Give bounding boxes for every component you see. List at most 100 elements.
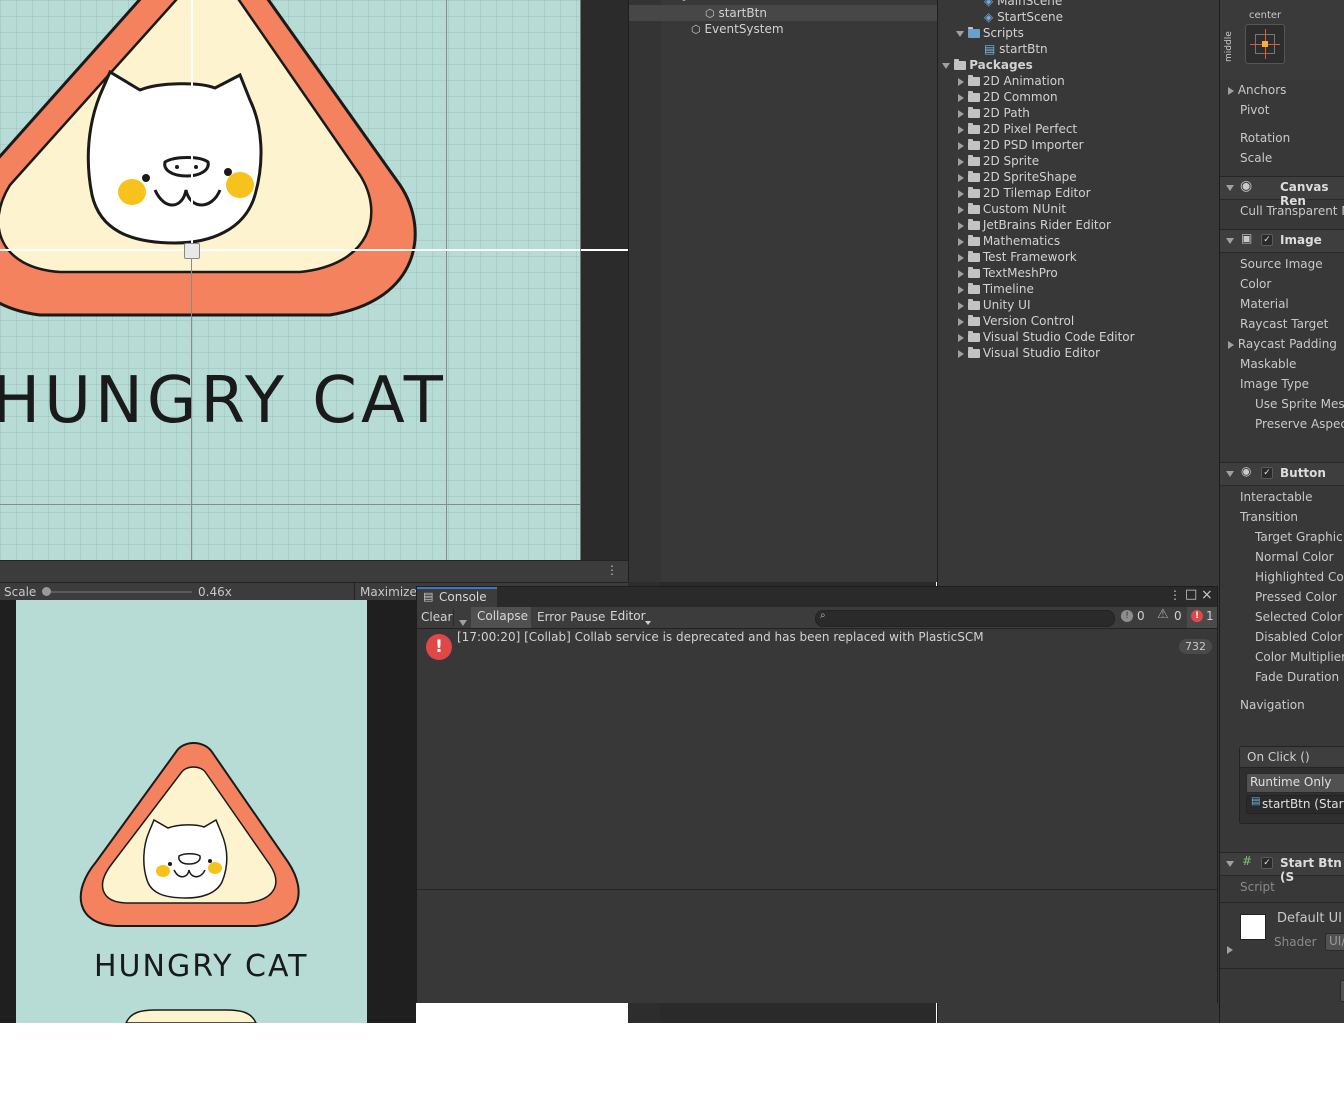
start-btn-component-header[interactable]: # ✓ Start Btn (S — [1220, 852, 1344, 884]
chevron-right-icon[interactable] — [958, 125, 964, 134]
chevron-right-icon[interactable] — [958, 77, 964, 86]
chevron-right-icon[interactable] — [958, 301, 964, 310]
pivot-handle[interactable] — [184, 243, 200, 259]
package-2d-psd-importer[interactable]: 2D PSD Importer — [958, 137, 1084, 153]
chevron-right-icon[interactable] — [958, 141, 964, 150]
package-test-framework[interactable]: Test Framework — [958, 249, 1077, 265]
package-2d-spriteshape[interactable]: 2D SpriteShape — [958, 169, 1077, 185]
cull-transparent-label: Cull Transparent M — [1240, 204, 1344, 218]
package-custom-nunit[interactable]: Custom NUnit — [958, 201, 1066, 217]
raycast-padding-foldout[interactable]: Raycast Padding — [1228, 337, 1337, 351]
warning-filter-toggle[interactable]: ⚠ 0 — [1154, 607, 1186, 628]
package-2d-tilemap-editor[interactable]: 2D Tilemap Editor — [958, 185, 1091, 201]
package-mathematics[interactable]: Mathematics — [958, 233, 1060, 249]
maximize-icon[interactable]: □ — [1185, 587, 1197, 602]
image-component-header[interactable]: ▣ ✓ Image — [1220, 229, 1344, 253]
chevron-down-icon[interactable] — [1226, 184, 1234, 191]
chevron-right-icon[interactable] — [1228, 86, 1234, 95]
chevron-right-icon[interactable] — [958, 173, 964, 182]
package-vscode-editor[interactable]: Visual Studio Code Editor — [958, 329, 1135, 345]
package-2d-sprite[interactable]: 2D Sprite — [958, 153, 1039, 169]
console-log-entry[interactable]: ! [17:00:20] [Collab] Collab service is … — [417, 629, 1217, 663]
console-log-list: ! [17:00:20] [Collab] Collab service is … — [417, 629, 1217, 889]
close-icon[interactable]: × — [1201, 587, 1213, 603]
scale-slider-track[interactable] — [44, 591, 192, 593]
error-filter-toggle[interactable]: ! 1 — [1187, 607, 1217, 628]
scene-view[interactable]: HUNGRY CAT — [0, 0, 628, 560]
project-item-packages[interactable]: Packages — [942, 57, 1033, 73]
project-item-startbtn-script[interactable]: ▤ startBtn — [984, 41, 1048, 57]
chevron-down-icon[interactable] — [1226, 860, 1234, 867]
button-component-header[interactable]: ◉ ✓ Button — [1220, 462, 1344, 486]
scene-guide-line — [446, 0, 447, 560]
more-options-icon[interactable]: ⋮ — [1169, 588, 1181, 602]
package-timeline[interactable]: Timeline — [958, 281, 1034, 297]
scale-slider-thumb[interactable] — [42, 587, 51, 596]
console-search-input[interactable]: ⌕ — [815, 610, 1115, 627]
hierarchy-item-eventsystem[interactable]: ⬡ EventSystem — [691, 21, 784, 37]
chevron-right-icon[interactable] — [958, 333, 964, 342]
shader-label: Shader — [1274, 935, 1317, 949]
runtime-only-dropdown[interactable]: Runtime Only — [1246, 773, 1344, 793]
chevron-right-icon[interactable] — [958, 285, 964, 294]
chevron-right-icon[interactable] — [958, 269, 964, 278]
chevron-right-icon[interactable] — [958, 317, 964, 326]
anchors-foldout[interactable]: Anchors — [1228, 83, 1286, 97]
add-component-button[interactable] — [1340, 980, 1344, 1002]
package-2d-pixel-perfect[interactable]: 2D Pixel Perfect — [958, 121, 1077, 137]
chevron-right-icon[interactable] — [958, 205, 964, 214]
scene-rect-handle-line[interactable] — [191, 0, 193, 250]
chevron-right-icon[interactable] — [958, 253, 964, 262]
info-filter-toggle[interactable]: ! 0 — [1117, 607, 1149, 628]
chevron-right-icon[interactable] — [1228, 340, 1234, 349]
chevron-down-icon[interactable] — [942, 62, 950, 69]
hierarchy-item-startbtn[interactable]: ⬡ startBtn — [705, 5, 767, 21]
hierarchy-item-canvas-partial[interactable]: ⬡ — [679, 0, 749, 4]
package-unity-ui[interactable]: Unity UI — [958, 297, 1031, 313]
chevron-right-icon[interactable] — [958, 237, 964, 246]
chevron-right-icon[interactable] — [958, 93, 964, 102]
scale-label: Scale — [4, 585, 37, 599]
preserve-aspect-label: Preserve Aspect — [1255, 417, 1344, 431]
target-graphic-label: Target Graphic — [1255, 530, 1343, 544]
chevron-right-icon[interactable] — [958, 157, 964, 166]
more-options-icon[interactable]: ⋮ — [606, 563, 618, 577]
canvas-renderer-header[interactable]: ◉ Canvas Ren — [1220, 176, 1344, 208]
component-enabled-checkbox[interactable]: ✓ — [1261, 467, 1273, 479]
startbtn-object-field[interactable]: ▤ startBtn (Start — [1246, 795, 1344, 814]
package-textmeshpro[interactable]: TextMeshPro — [958, 265, 1058, 281]
collapse-toggle[interactable]: Collapse — [471, 607, 531, 628]
chevron-down-icon[interactable] — [1226, 237, 1234, 244]
maximize-toggle[interactable]: Maximize — [360, 584, 417, 600]
package-jetbrains-rider-editor[interactable]: JetBrains Rider Editor — [958, 217, 1111, 233]
clear-options-dropdown[interactable] — [459, 619, 467, 626]
chevron-right-icon[interactable] — [1227, 945, 1233, 954]
clear-button[interactable]: Clear — [421, 608, 452, 627]
package-2d-common[interactable]: 2D Common — [958, 89, 1058, 105]
chevron-right-icon[interactable] — [958, 349, 964, 358]
anchor-preset-button[interactable] — [1245, 24, 1285, 64]
package-visual-studio-editor[interactable]: Visual Studio Editor — [958, 345, 1100, 361]
scene-canvas[interactable]: HUNGRY CAT — [0, 0, 628, 560]
component-enabled-checkbox[interactable]: ✓ — [1261, 857, 1273, 869]
project-item-mainscene[interactable]: ◈ MainScene — [984, 0, 1062, 9]
folder-icon — [967, 171, 980, 182]
scene-rect-handle-line[interactable] — [0, 249, 628, 251]
editor-dropdown[interactable]: Editor — [605, 607, 657, 628]
tab-console[interactable]: ▤ Console — [417, 587, 497, 607]
package-2d-path[interactable]: 2D Path — [958, 105, 1030, 121]
package-version-control[interactable]: Version Control — [958, 313, 1074, 329]
chevron-down-icon[interactable] — [1226, 470, 1234, 477]
project-item-startscene[interactable]: ◈ StartScene — [984, 9, 1063, 25]
chevron-right-icon[interactable] — [958, 189, 964, 198]
shader-dropdown[interactable]: UI/ — [1325, 933, 1344, 951]
chevron-right-icon[interactable] — [958, 221, 964, 230]
project-item-scripts[interactable]: Scripts — [956, 25, 1024, 41]
game-view[interactable]: HUNGRY CAT — [0, 600, 416, 1023]
package-2d-animation[interactable]: 2D Animation — [958, 73, 1065, 89]
component-enabled-checkbox[interactable]: ✓ — [1261, 234, 1273, 246]
chevron-right-icon[interactable] — [958, 109, 964, 118]
chevron-down-icon[interactable] — [956, 30, 964, 37]
error-pause-toggle[interactable]: Error Pause — [537, 608, 605, 627]
inspector-panel: center middle Anchors Pivot Rotation Sca… — [1219, 0, 1344, 1023]
